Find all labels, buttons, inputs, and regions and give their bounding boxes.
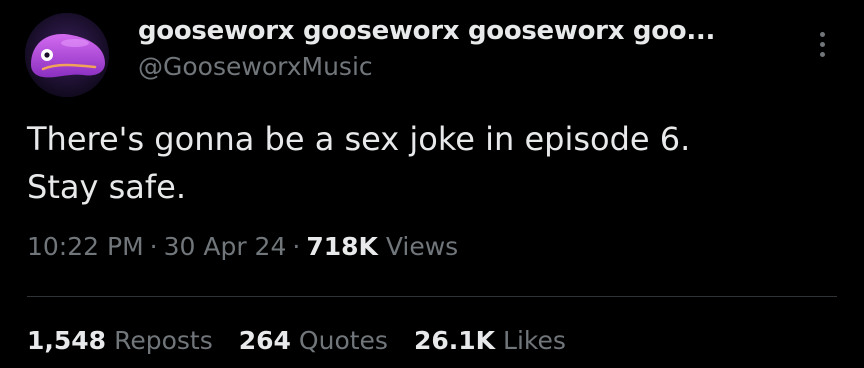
quotes-label: Quotes xyxy=(298,326,388,355)
reposts-label: Reposts xyxy=(114,326,213,355)
tweet-time[interactable]: 10:22 PM xyxy=(27,232,144,261)
more-dot-icon xyxy=(819,41,825,47)
likes-stat[interactable]: 26.1K Likes xyxy=(414,326,566,355)
tweet-text-line: Stay safe. xyxy=(27,168,186,206)
views-label: Views xyxy=(385,232,459,261)
reposts-count: 1,548 xyxy=(27,326,107,355)
quotes-stat[interactable]: 264 Quotes xyxy=(239,326,388,355)
display-name[interactable]: gooseworx gooseworx gooseworx goo... xyxy=(138,16,715,46)
avatar[interactable] xyxy=(25,13,109,97)
tweet-meta: 10:22 PM · 30 Apr 24 · 718K Views xyxy=(27,232,458,261)
more-options-button[interactable] xyxy=(808,26,836,62)
divider xyxy=(27,296,837,297)
tweet-text: There's gonna be a sex joke in episode 6… xyxy=(27,115,827,211)
quotes-count: 264 xyxy=(238,326,291,355)
tweet-card: gooseworx gooseworx gooseworx goo... @Go… xyxy=(0,0,864,368)
meta-separator: · xyxy=(149,232,158,261)
purple-creature-avatar-icon xyxy=(25,13,109,97)
more-dot-icon xyxy=(819,31,825,37)
reposts-stat[interactable]: 1,548 Reposts xyxy=(27,326,213,355)
views-count: 718K xyxy=(306,232,378,261)
more-dot-icon xyxy=(819,51,825,57)
engagement-stats: 1,548 Reposts 264 Quotes 26.1K Likes xyxy=(27,326,566,355)
user-handle[interactable]: @GooseworxMusic xyxy=(138,52,373,81)
likes-label: Likes xyxy=(503,326,566,355)
meta-separator: · xyxy=(292,232,301,261)
likes-count: 26.1K xyxy=(413,326,496,355)
tweet-text-line: There's gonna be a sex joke in episode 6… xyxy=(27,120,691,158)
tweet-date[interactable]: 30 Apr 24 xyxy=(164,232,287,261)
